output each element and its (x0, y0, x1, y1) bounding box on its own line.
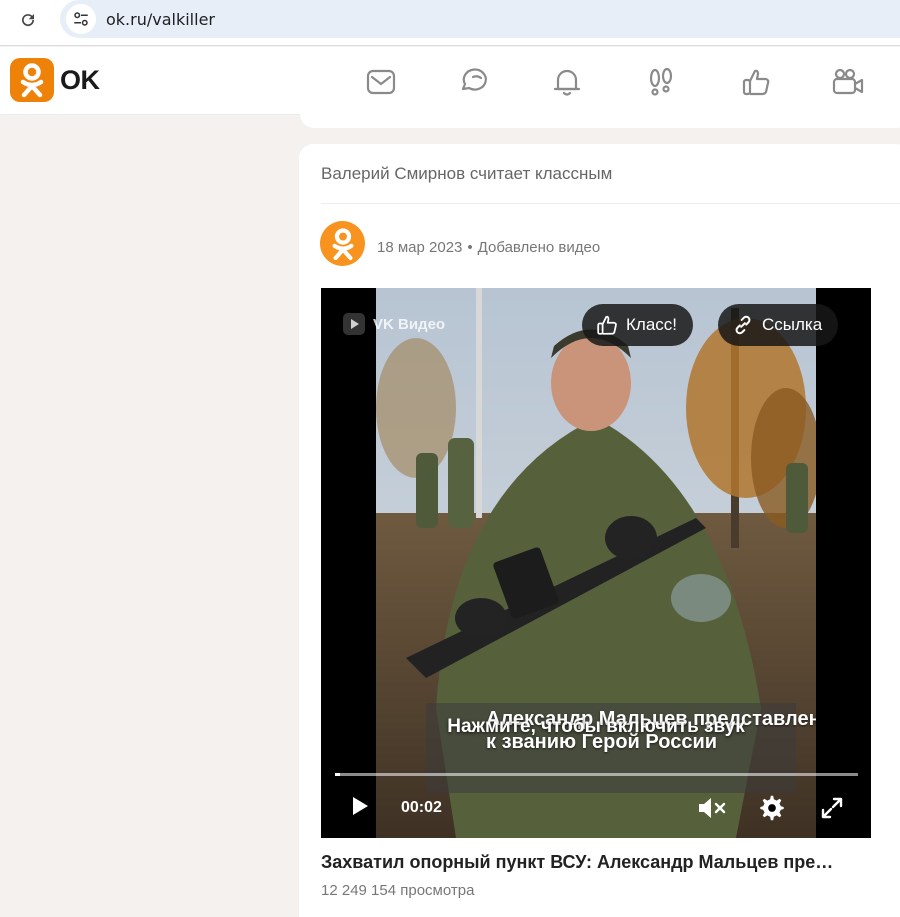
reload-icon[interactable] (14, 6, 42, 34)
post-meta: 18 мар 2023 • Добавлено видео (377, 239, 600, 256)
video-camera-icon[interactable] (830, 64, 866, 100)
link-button[interactable]: Ссылка (718, 304, 839, 346)
mail-icon[interactable] (363, 64, 399, 100)
browser-toolbar: ok.ru/valkiller (0, 0, 900, 46)
liked-by-text[interactable]: Валерий Смирнов считает классным (321, 164, 612, 184)
ok-logo-icon (10, 58, 54, 102)
fullscreen-icon[interactable] (815, 791, 849, 825)
progress-fill (335, 773, 341, 776)
vk-video-label: VK Видео (343, 313, 445, 335)
post-date[interactable]: 18 мар 2023 (377, 239, 462, 256)
address-bar[interactable]: ok.ru/valkiller (60, 0, 900, 38)
url-text[interactable]: ok.ru/valkiller (106, 10, 215, 29)
view-count: 12 249 154 просмотра (321, 882, 475, 899)
ok-logo[interactable]: OK (10, 58, 100, 102)
mute-icon[interactable] (695, 791, 729, 825)
feed-card: Валерий Смирнов считает классным 18 мар … (299, 144, 900, 917)
video-title[interactable]: Захватил опорный пункт ВСУ: Александр Ма… (321, 852, 881, 873)
play-icon[interactable] (347, 793, 373, 819)
thumbs-up-icon (596, 314, 618, 336)
progress-bar[interactable] (335, 773, 858, 776)
current-time: 00:02 (401, 799, 442, 816)
gear-icon[interactable] (755, 791, 789, 825)
link-button-label: Ссылка (762, 315, 823, 334)
chat-icon[interactable] (457, 64, 493, 100)
footprints-icon[interactable] (643, 64, 679, 100)
link-icon (732, 314, 754, 336)
logo-text: OK (60, 64, 100, 95)
avatar[interactable] (320, 221, 365, 266)
unmute-hint[interactable]: Нажмите, чтобы включить звук (321, 716, 871, 738)
video-frame[interactable]: Александр Мальцев представлен к званию Г… (376, 288, 816, 838)
class-button-label: Класс! (626, 315, 677, 334)
vk-video-text: VK Видео (373, 315, 446, 333)
vk-play-icon (343, 313, 365, 335)
video-player[interactable]: Александр Мальцев представлен к званию Г… (321, 288, 871, 838)
tune-icon[interactable] (66, 4, 96, 34)
post-action: Добавлено видео (477, 239, 601, 256)
thumbs-up-icon[interactable] (738, 64, 774, 100)
meta-separator: • (467, 239, 473, 256)
previous-feed-card (300, 100, 900, 128)
class-button[interactable]: Класс! (582, 304, 693, 346)
bell-icon[interactable] (549, 64, 585, 100)
divider (321, 203, 900, 204)
